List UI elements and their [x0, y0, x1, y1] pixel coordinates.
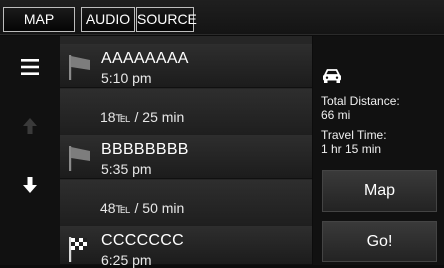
scroll-down-button[interactable] [0, 160, 60, 210]
stop-name: CCCCCCC [101, 232, 184, 249]
stop-name: BBBBBBBB [101, 141, 189, 158]
hamburger-menu-icon [21, 59, 39, 75]
total-distance-value: 66 mi [321, 108, 351, 122]
stop-item[interactable]: BBBBBBBB 5:35 pm [60, 135, 312, 179]
route-stop-list: AAAAAAAA 5:10 pm 18℡ / 25 min BBBBBBBB 5… [60, 36, 312, 268]
arrow-down-icon [23, 177, 37, 193]
tab-source[interactable]: SOURCE [136, 7, 197, 32]
stop-arrival-time: 5:10 pm [101, 70, 152, 86]
stop-item[interactable]: CCCCCCC 6:25 pm [60, 226, 312, 268]
leg-distance-time: 18℡ / 25 min [100, 109, 185, 125]
top-tab-bar: MAP AUDIO SOURCE [0, 0, 444, 35]
stop-arrival-time: 6:25 pm [101, 252, 152, 268]
travel-time-value: 1 hr 15 min [321, 142, 382, 156]
stop-item[interactable]: AAAAAAAA 5:10 pm [60, 44, 312, 88]
checkered-flag-icon [69, 237, 87, 262]
go-button[interactable]: Go! [322, 221, 437, 262]
map-button[interactable]: Map [322, 170, 437, 212]
flag-icon [69, 146, 90, 171]
stop-arrival-time: 5:35 pm [101, 161, 152, 177]
travel-time-label: Travel Time: [321, 128, 387, 142]
stop-name: AAAAAAAA [101, 50, 189, 67]
scroll-up-button[interactable] [0, 104, 60, 148]
car-icon [323, 69, 341, 83]
leg-distance-time: 48℡ / 50 min [100, 200, 185, 216]
menu-button[interactable] [0, 50, 60, 84]
flag-icon [69, 55, 90, 80]
route-summary-panel: Total Distance: 66 mi Travel Time: 1 hr … [313, 36, 444, 265]
list-controls [0, 36, 60, 265]
total-distance-label: Total Distance: [321, 94, 400, 108]
tab-map[interactable]: MAP [3, 7, 75, 32]
tab-audio[interactable]: AUDIO [81, 7, 135, 32]
arrow-up-icon [23, 118, 37, 134]
